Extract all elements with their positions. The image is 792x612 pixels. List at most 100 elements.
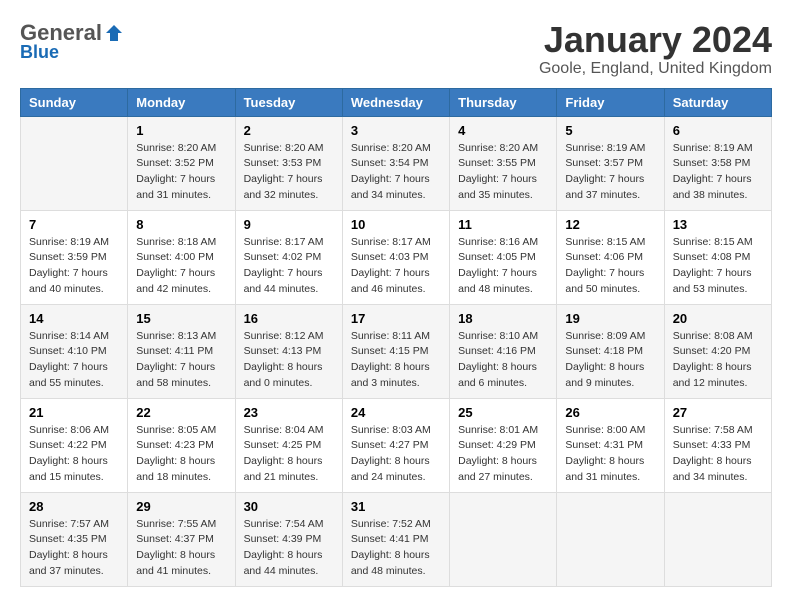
day-info: Sunrise: 7:57 AMSunset: 4:35 PMDaylight:… (29, 517, 119, 580)
calendar-cell: 25 Sunrise: 8:01 AMSunset: 4:29 PMDayligh… (450, 398, 557, 492)
weekday-header-sunday: Sunday (21, 88, 128, 116)
week-row-4: 21 Sunrise: 8:06 AMSunset: 4:22 PMDayligh… (21, 398, 772, 492)
calendar-cell (664, 492, 771, 586)
day-info: Sunrise: 8:20 AMSunset: 3:52 PMDaylight:… (136, 141, 226, 204)
calendar-cell: 23 Sunrise: 8:04 AMSunset: 4:25 PMDayligh… (235, 398, 342, 492)
calendar-cell: 3Sunrise: 8:20 AMSunset: 3:54 PMDaylight… (342, 116, 449, 210)
calendar-cell: 5Sunrise: 8:19 AMSunset: 3:57 PMDaylight… (557, 116, 664, 210)
calendar-cell: 24 Sunrise: 8:03 AMSunset: 4:27 PMDayligh… (342, 398, 449, 492)
week-row-2: 7 Sunrise: 8:19 AMSunset: 3:59 PMDaylight… (21, 210, 772, 304)
day-info: Sunrise: 8:05 AMSunset: 4:23 PMDaylight:… (136, 423, 226, 486)
day-number: 20 (673, 311, 763, 326)
day-number: 24 (351, 405, 441, 420)
calendar-cell: 12 Sunrise: 8:15 AMSunset: 4:06 PMDayligh… (557, 210, 664, 304)
day-info: Sunrise: 7:55 AMSunset: 4:37 PMDaylight:… (136, 517, 226, 580)
title-block: January 2024 Goole, England, United King… (539, 20, 772, 78)
calendar-table: SundayMondayTuesdayWednesdayThursdayFrid… (20, 88, 772, 587)
day-info: Sunrise: 8:06 AMSunset: 4:22 PMDaylight:… (29, 423, 119, 486)
day-number: 13 (673, 217, 763, 232)
logo: General Blue (20, 20, 124, 63)
calendar-cell: 27Sunrise: 7:58 AMSunset: 4:33 PMDayligh… (664, 398, 771, 492)
day-number: 21 (29, 405, 119, 420)
calendar-cell: 30 Sunrise: 7:54 AMSunset: 4:39 PMDayligh… (235, 492, 342, 586)
day-info: Sunrise: 8:17 AMSunset: 4:03 PMDaylight:… (351, 235, 441, 298)
weekday-header-friday: Friday (557, 88, 664, 116)
location: Goole, England, United Kingdom (539, 60, 772, 78)
day-info: Sunrise: 7:54 AMSunset: 4:39 PMDaylight:… (244, 517, 334, 580)
calendar-cell: 14 Sunrise: 8:14 AMSunset: 4:10 PMDayligh… (21, 304, 128, 398)
day-info: Sunrise: 8:20 AMSunset: 3:55 PMDaylight:… (458, 141, 548, 204)
calendar-cell: 15 Sunrise: 8:13 AMSunset: 4:11 PMDayligh… (128, 304, 235, 398)
day-info: Sunrise: 8:13 AMSunset: 4:11 PMDaylight:… (136, 329, 226, 392)
weekday-header-row: SundayMondayTuesdayWednesdayThursdayFrid… (21, 88, 772, 116)
weekday-header-thursday: Thursday (450, 88, 557, 116)
page-header: General Blue January 2024 Goole, England… (20, 20, 772, 78)
day-info: Sunrise: 8:09 AMSunset: 4:18 PMDaylight:… (565, 329, 655, 392)
day-info: Sunrise: 8:20 AMSunset: 3:54 PMDaylight:… (351, 141, 441, 204)
day-number: 23 (244, 405, 334, 420)
day-number: 31 (351, 499, 441, 514)
day-info: Sunrise: 7:58 AMSunset: 4:33 PMDaylight:… (673, 423, 763, 486)
logo-blue-text: Blue (20, 42, 59, 63)
calendar-cell: 18 Sunrise: 8:10 AMSunset: 4:16 PMDayligh… (450, 304, 557, 398)
day-info: Sunrise: 8:14 AMSunset: 4:10 PMDaylight:… (29, 329, 119, 392)
day-number: 11 (458, 217, 548, 232)
calendar-cell: 19 Sunrise: 8:09 AMSunset: 4:18 PMDayligh… (557, 304, 664, 398)
day-number: 19 (565, 311, 655, 326)
day-info: Sunrise: 8:10 AMSunset: 4:16 PMDaylight:… (458, 329, 548, 392)
day-number: 1 (136, 123, 226, 138)
day-info: Sunrise: 8:19 AMSunset: 3:59 PMDaylight:… (29, 235, 119, 298)
calendar-cell: 8Sunrise: 8:18 AMSunset: 4:00 PMDaylight… (128, 210, 235, 304)
day-number: 9 (244, 217, 334, 232)
day-number: 22 (136, 405, 226, 420)
day-info: Sunrise: 8:16 AMSunset: 4:05 PMDaylight:… (458, 235, 548, 298)
day-info: Sunrise: 8:19 AMSunset: 3:57 PMDaylight:… (565, 141, 655, 204)
calendar-cell: 13 Sunrise: 8:15 AMSunset: 4:08 PMDayligh… (664, 210, 771, 304)
day-number: 8 (136, 217, 226, 232)
week-row-5: 28Sunrise: 7:57 AMSunset: 4:35 PMDayligh… (21, 492, 772, 586)
day-number: 16 (244, 311, 334, 326)
weekday-header-saturday: Saturday (664, 88, 771, 116)
calendar-cell: 21 Sunrise: 8:06 AMSunset: 4:22 PMDayligh… (21, 398, 128, 492)
day-number: 30 (244, 499, 334, 514)
day-number: 4 (458, 123, 548, 138)
calendar-cell: 31 Sunrise: 7:52 AMSunset: 4:41 PMDayligh… (342, 492, 449, 586)
day-info: Sunrise: 8:04 AMSunset: 4:25 PMDaylight:… (244, 423, 334, 486)
day-info: Sunrise: 8:03 AMSunset: 4:27 PMDaylight:… (351, 423, 441, 486)
day-number: 26 (565, 405, 655, 420)
day-info: Sunrise: 8:11 AMSunset: 4:15 PMDaylight:… (351, 329, 441, 392)
day-info: Sunrise: 8:12 AMSunset: 4:13 PMDaylight:… (244, 329, 334, 392)
day-info: Sunrise: 8:15 AMSunset: 4:08 PMDaylight:… (673, 235, 763, 298)
day-number: 10 (351, 217, 441, 232)
calendar-cell: 6Sunrise: 8:19 AMSunset: 3:58 PMDaylight… (664, 116, 771, 210)
week-row-3: 14 Sunrise: 8:14 AMSunset: 4:10 PMDayligh… (21, 304, 772, 398)
calendar-cell: 26Sunrise: 8:00 AMSunset: 4:31 PMDayligh… (557, 398, 664, 492)
week-row-1: 1 Sunrise: 8:20 AMSunset: 3:52 PMDaylight… (21, 116, 772, 210)
calendar-cell: 11 Sunrise: 8:16 AMSunset: 4:05 PMDayligh… (450, 210, 557, 304)
day-number: 12 (565, 217, 655, 232)
calendar-cell (557, 492, 664, 586)
calendar-cell: 17Sunrise: 8:11 AMSunset: 4:15 PMDayligh… (342, 304, 449, 398)
day-number: 2 (244, 123, 334, 138)
weekday-header-wednesday: Wednesday (342, 88, 449, 116)
day-number: 7 (29, 217, 119, 232)
weekday-header-tuesday: Tuesday (235, 88, 342, 116)
day-info: Sunrise: 8:15 AMSunset: 4:06 PMDaylight:… (565, 235, 655, 298)
calendar-cell: 10 Sunrise: 8:17 AMSunset: 4:03 PMDayligh… (342, 210, 449, 304)
calendar-cell: 4 Sunrise: 8:20 AMSunset: 3:55 PMDaylight… (450, 116, 557, 210)
day-info: Sunrise: 8:08 AMSunset: 4:20 PMDaylight:… (673, 329, 763, 392)
day-info: Sunrise: 8:01 AMSunset: 4:29 PMDaylight:… (458, 423, 548, 486)
calendar-cell: 7 Sunrise: 8:19 AMSunset: 3:59 PMDaylight… (21, 210, 128, 304)
day-info: Sunrise: 8:17 AMSunset: 4:02 PMDaylight:… (244, 235, 334, 298)
day-number: 18 (458, 311, 548, 326)
day-number: 25 (458, 405, 548, 420)
day-number: 29 (136, 499, 226, 514)
day-number: 14 (29, 311, 119, 326)
day-number: 6 (673, 123, 763, 138)
day-number: 15 (136, 311, 226, 326)
calendar-cell: 16 Sunrise: 8:12 AMSunset: 4:13 PMDayligh… (235, 304, 342, 398)
calendar-cell: 28Sunrise: 7:57 AMSunset: 4:35 PMDayligh… (21, 492, 128, 586)
month-title: January 2024 (539, 20, 772, 60)
day-info: Sunrise: 7:52 AMSunset: 4:41 PMDaylight:… (351, 517, 441, 580)
weekday-header-monday: Monday (128, 88, 235, 116)
